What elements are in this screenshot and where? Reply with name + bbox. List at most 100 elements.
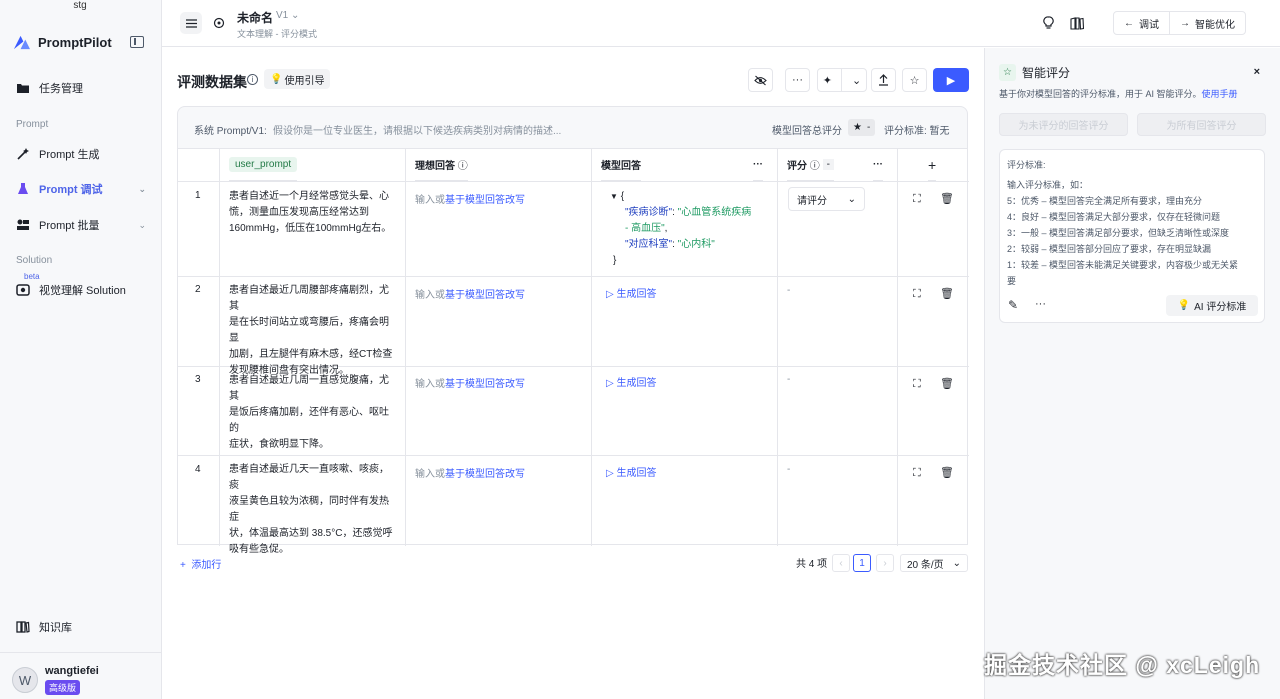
expand-icon[interactable]: ⛶	[913, 193, 921, 206]
page-size-select[interactable]: 20 条/页 ⌄	[900, 554, 968, 572]
sidebar-item-label: 任务管理	[39, 83, 83, 95]
edit-icon[interactable]: ✎	[1008, 298, 1018, 312]
hide-icon[interactable]	[748, 68, 773, 92]
system-prompt-text: 假设你是一位专业医生，请根据以下候选疾病类别对病情的描述...	[273, 126, 562, 137]
score-unscored-button[interactable]: 为未评分的回答评分	[999, 113, 1128, 136]
dataset-table: user_prompt 理想回答 ⓘ 模型回答 ··· 评分 ⓘ - ··· +…	[177, 148, 969, 555]
sidebar-item-knowledge[interactable]: 知识库	[16, 619, 150, 635]
score-all-button[interactable]: 为所有回答评分	[1137, 113, 1266, 136]
delete-icon[interactable]: 🗑	[940, 377, 954, 390]
info-icon[interactable]: i	[247, 74, 258, 85]
rewrite-link[interactable]: 基于模型回答改写	[445, 195, 525, 206]
cell-line: 是饭后疼痛加剧，还伴有恶心、呕吐的	[229, 407, 389, 434]
more-icon[interactable]: ···	[753, 149, 763, 181]
cell-line: 160mmHg，低压在100mmHg左右。	[229, 223, 392, 234]
delete-icon[interactable]: 🗑	[940, 466, 954, 479]
user-prompt-cell[interactable]: 患者自述最近几天一直咳嗽、咳痰，痰 液呈黄色且较为浓稠，同时伴有发热症 状，体温…	[229, 462, 394, 558]
debug-button[interactable]: ← 调试	[1114, 12, 1169, 34]
add-column-icon[interactable]: +	[928, 149, 937, 181]
next-page-button[interactable]: ›	[876, 554, 894, 572]
target-icon[interactable]	[208, 12, 230, 34]
criteria-line: 1：较差 – 模型回答未能满足关键要求，内容极少或无关紧	[1007, 260, 1239, 270]
sidebar-collapse-icon[interactable]	[130, 36, 144, 48]
close-icon[interactable]: ×	[1254, 66, 1260, 78]
bulb-icon[interactable]	[1037, 12, 1059, 34]
criteria-line: 要	[1007, 276, 1017, 286]
folder-icon	[16, 81, 30, 95]
header-ideal-answer[interactable]: 理想回答 ⓘ	[415, 149, 468, 181]
cell-line: 液呈黄色且较为浓稠，同时伴有发热症	[229, 496, 389, 523]
row-number: 4	[195, 464, 201, 475]
add-row-button[interactable]: + 添加行	[180, 556, 221, 571]
ai-criteria-button[interactable]: 💡 AI 评分标准	[1166, 295, 1258, 316]
expand-icon[interactable]: ⛶	[913, 467, 921, 480]
model-answer-json[interactable]: ▼ { "疾病诊断": "心血管系统疾病 - 高血压", "对应科室": "心内…	[610, 189, 760, 269]
upload-icon[interactable]	[871, 68, 896, 92]
rewrite-link[interactable]: 基于模型回答改写	[445, 469, 525, 480]
total-score-label: 模型回答总评分	[772, 126, 842, 137]
brand[interactable]: PromptPilot	[12, 34, 112, 51]
play-icon: ▶	[946, 74, 956, 87]
divider	[178, 181, 969, 182]
magic-menu-button[interactable]: ✦ ⌄	[817, 68, 867, 92]
system-prompt-bar[interactable]: 系统 Prompt/V1: 假设你是一位专业医生，请根据以下候选疾病类别对病情的…	[177, 106, 968, 148]
user-profile[interactable]: W wangtiefei 高级版	[12, 665, 99, 695]
promptpilot-logo-icon	[13, 35, 30, 50]
guide-button[interactable]: 💡 使用引导	[264, 69, 331, 89]
optimize-button[interactable]: → 智能优化	[1169, 12, 1245, 34]
header-model-answer[interactable]: 模型回答	[601, 149, 641, 181]
manual-link[interactable]: 使用手册	[1202, 89, 1238, 99]
panel-description: 基于你对模型回答的评分标准，用于 AI 智能评分。使用手册	[999, 87, 1238, 100]
arrow-right-icon: →	[1180, 17, 1190, 29]
user-prompt-cell[interactable]: 患者自述最近几周一直感觉腹痛，尤其 是饭后疼痛加剧，还伴有恶心、呕吐的 症状，食…	[229, 373, 394, 453]
sidebar-item-prompt-generate[interactable]: Prompt 生成	[16, 146, 150, 162]
ideal-answer-cell[interactable]: 输入或基于模型回答改写	[415, 286, 525, 301]
more-icon[interactable]: ···	[873, 149, 883, 181]
version-select[interactable]: V1 ⌄	[276, 10, 299, 21]
page-title[interactable]: 未命名	[237, 9, 273, 26]
sidebar-item-prompt-debug[interactable]: Prompt 调试 ⌄	[16, 181, 150, 197]
criteria-editor[interactable]: 评分标准: 输入评分标准，如： 5：优秀 – 模型回答完全满足所有要求，理由充分…	[999, 149, 1265, 323]
system-prompt-label: 系统 Prompt/V1:	[194, 126, 267, 137]
ideal-answer-cell[interactable]: 输入或基于模型回答改写	[415, 191, 525, 206]
ideal-answer-cell[interactable]: 输入或基于模型回答改写	[415, 465, 525, 480]
play-outline-icon: ▷	[606, 289, 614, 300]
header-user-prompt[interactable]: user_prompt	[229, 149, 298, 181]
collapse-arrow-icon[interactable]: ▼	[610, 192, 618, 201]
more-icon[interactable]: ···	[1035, 298, 1046, 310]
page-number[interactable]: 1	[853, 554, 871, 572]
rewrite-link[interactable]: 基于模型回答改写	[445, 290, 525, 301]
generate-answer-button[interactable]: ▷ 生成回答	[606, 285, 656, 300]
rewrite-link[interactable]: 基于模型回答改写	[445, 379, 525, 390]
ideal-prefix: 输入或	[415, 469, 445, 480]
ideal-answer-cell[interactable]: 输入或基于模型回答改写	[415, 375, 525, 390]
menu-icon[interactable]	[180, 12, 202, 34]
ai-criteria-label: AI 评分标准	[1194, 302, 1247, 313]
delete-icon[interactable]: 🗑	[940, 192, 954, 205]
batch-icon	[16, 218, 30, 232]
delete-icon[interactable]: 🗑	[940, 287, 954, 300]
generate-answer-button[interactable]: ▷ 生成回答	[606, 374, 656, 389]
more-icon[interactable]: ···	[785, 68, 810, 92]
cell-line: 患者自述最近几周一直感觉腹痛，尤其	[229, 375, 389, 402]
star-icon[interactable]: ☆	[902, 68, 927, 92]
expand-icon[interactable]: ⛶	[913, 288, 921, 301]
run-button[interactable]: ▶	[933, 68, 969, 92]
criteria-line: 4：良好 – 模型回答满足大部分要求，仅存在轻微问题	[1007, 212, 1221, 222]
sidebar-item-vision-solution[interactable]: 视觉理解 Solution	[16, 282, 150, 298]
criteria-line: 2：较弱 – 模型回答部分回应了要求，存在明显缺漏	[1007, 244, 1212, 254]
sidebar-item-label: Prompt 生成	[39, 149, 100, 161]
generate-answer-button[interactable]: ▷ 生成回答	[606, 464, 656, 479]
score-select[interactable]: 请评分 ⌄	[788, 187, 865, 211]
sidebar-item-tasks[interactable]: 任务管理	[16, 80, 150, 96]
cell-line: 吸有些急促。	[229, 544, 289, 555]
prev-page-button[interactable]: ‹	[832, 554, 850, 572]
user-prompt-cell[interactable]: 患者自述最近几周腰部疼痛剧烈，尤其 是在长时间站立或弯腰后，疼痛会明显 加剧，且…	[229, 283, 394, 379]
header-score[interactable]: 评分 ⓘ -	[787, 149, 834, 181]
sidebar-item-prompt-batch[interactable]: Prompt 批量 ⌄	[16, 217, 150, 233]
expand-icon[interactable]: ⛶	[913, 378, 921, 391]
docs-icon[interactable]	[1066, 12, 1088, 34]
watermark: 掘金技术社区 @ xcLeigh	[984, 652, 1261, 678]
generate-label: 生成回答	[616, 468, 657, 479]
user-prompt-cell[interactable]: 患者自述近一个月经常感觉头晕、心 慌，测量血压发现高压经常达到 160mmHg，…	[229, 189, 394, 237]
